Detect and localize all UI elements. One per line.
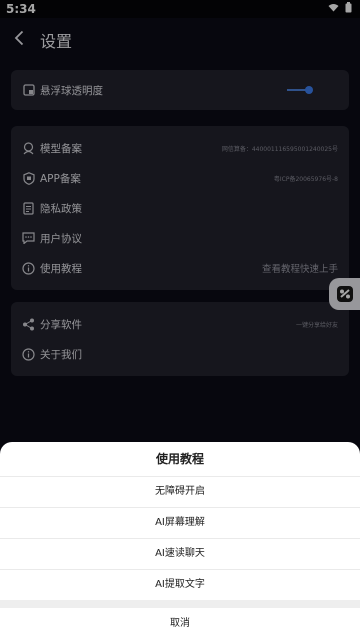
option-ai-screen-understanding[interactable]: AI屏幕理解 (0, 507, 360, 538)
option-accessibility[interactable]: 无障碍开启 (0, 476, 360, 507)
divider (0, 600, 360, 608)
bottom-sheet: 使用教程 无障碍开启 AI屏幕理解 AI速读聊天 AI提取文字 取消 (0, 442, 360, 640)
cancel-button[interactable]: 取消 (0, 608, 360, 640)
sheet-title: 使用教程 (155, 452, 204, 466)
option-ai-extract-text[interactable]: AI提取文字 (0, 569, 360, 600)
option-ai-speed-read-chat[interactable]: AI速读聊天 (0, 538, 360, 569)
